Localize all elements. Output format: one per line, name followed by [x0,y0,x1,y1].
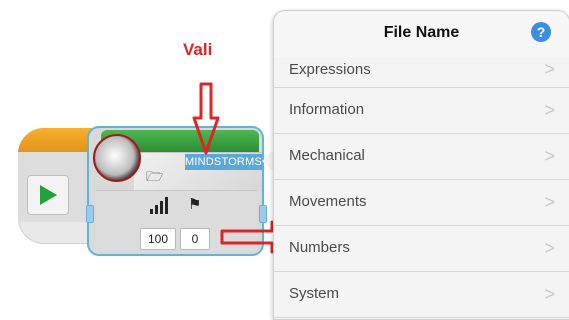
program-canvas: MINDSTORMS 🗁 ⚑ 100 0 Vali File Name ? Ex… [0,0,569,320]
help-icon[interactable]: ? [531,22,551,42]
list-item-label: Numbers [289,239,350,256]
chevron-right-icon: > [544,100,555,120]
chevron-right-icon: > [544,238,555,258]
list-item-information[interactable]: Information > [274,88,569,134]
list-item-numbers[interactable]: Numbers > [274,226,569,272]
list-item-label: Expressions [289,61,371,78]
chevron-right-icon: > [544,284,555,304]
chevron-right-icon: > [544,192,555,212]
list-item-label: System [289,285,340,302]
list-item-expressions[interactable]: Expressions > [274,57,569,88]
category-list: Expressions > Information > Mechanical >… [274,57,569,318]
file-name-popover: File Name ? Expressions > Information > … [273,10,569,320]
chevron-right-icon: > [544,146,555,166]
list-item-movements[interactable]: Movements > [274,180,569,226]
popover-header: File Name ? [274,11,569,58]
list-item-mechanical[interactable]: Mechanical > [274,134,569,180]
down-arrow [192,82,220,155]
list-item-label: Mechanical [289,147,365,164]
chevron-right-icon: > [544,59,555,79]
list-item-system[interactable]: System > [274,272,569,318]
list-item-label: Information [289,101,365,118]
popover-title: File Name [383,24,460,41]
list-item-label: Movements [289,193,367,210]
